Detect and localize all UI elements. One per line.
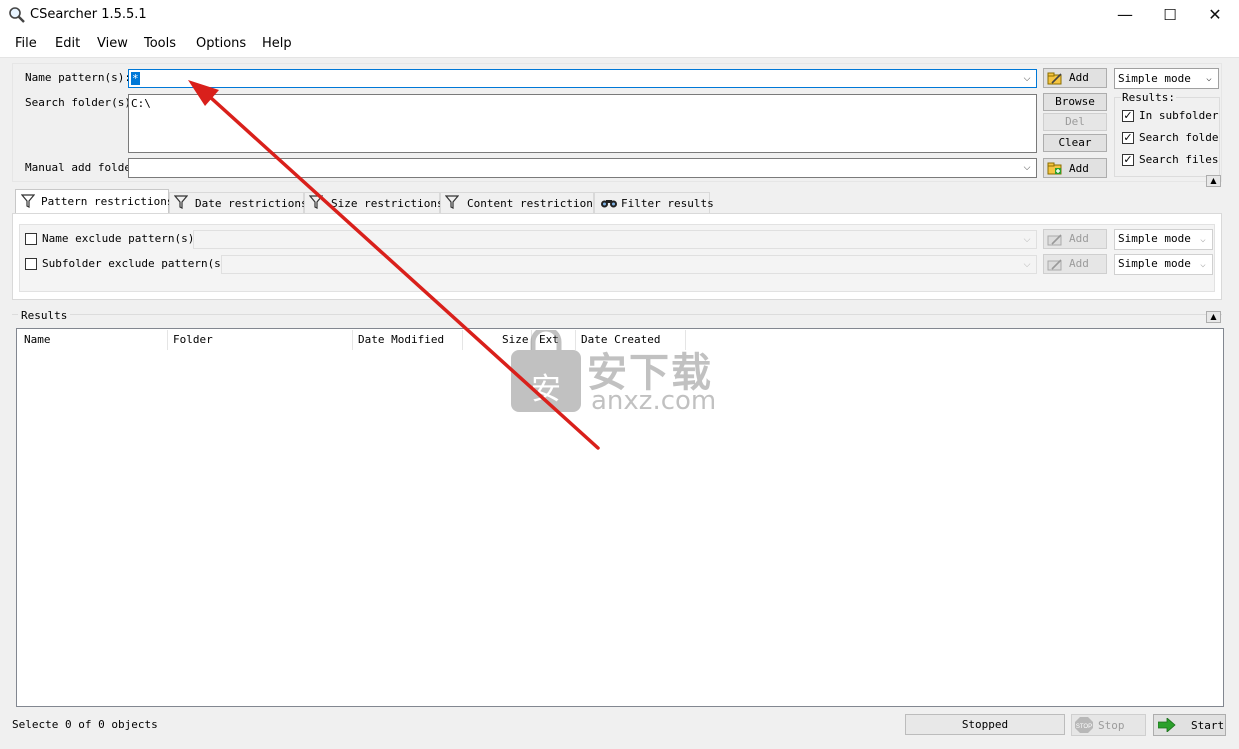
column-separator[interactable] [167,330,168,350]
name-pattern-combo[interactable]: * ⌵ [128,69,1037,88]
name-exclude-label: Name exclude pattern(s): [42,232,201,245]
subfolder-exclude-label: Subfolder exclude pattern(s): [42,257,235,270]
name-exclude-combo[interactable]: ⌵ [193,230,1037,249]
chevron-down-icon[interactable]: ⌵ [1020,256,1034,273]
tab-filter-results[interactable]: Filter results [594,192,714,213]
search-folders-checkbox[interactable]: ✓ [1122,132,1134,144]
tab-label: Pattern restrictions [41,195,174,208]
add-label: Add [1069,257,1089,270]
folder-edit-icon [1047,259,1062,271]
del-button[interactable]: Del [1043,113,1107,131]
funnel-icon [445,195,459,209]
add-label: Add [1069,232,1089,245]
search-folders-label: Search folder(s): [25,96,138,109]
maximize-button[interactable]: ☐ [1147,0,1193,31]
close-button[interactable]: ✕ [1192,0,1238,31]
add-pattern-label: Add [1069,71,1089,84]
chevron-down-icon[interactable]: ⌵ [1196,255,1210,274]
menu-options[interactable]: Options [196,36,246,51]
funnel-icon [309,195,323,209]
funnel-icon [174,195,188,209]
menu-bar: File Edit View Tools Options Help [0,31,1239,58]
stop-icon-text: STOP [1076,724,1092,730]
title-bar: CSearcher 1.5.5.1 — ☐ ✕ [0,0,1239,31]
tab-label: Content restrictions [467,197,600,210]
chevron-down-icon[interactable]: ⌵ [1020,159,1034,177]
folder-add-icon [1047,162,1062,175]
tab-label: Size restrictions [331,197,444,210]
manual-add-combo[interactable]: ⌵ [128,158,1037,178]
collapse-results-button[interactable]: ▲ [1206,311,1221,323]
menu-help[interactable]: Help [262,36,292,51]
results-title: Results [18,309,71,322]
subfolder-exclude-checkbox[interactable] [25,258,37,270]
tab-pattern-restrictions[interactable]: Pattern restrictions [15,189,173,214]
window-title: CSearcher 1.5.5.1 [30,7,147,22]
add-folder-label: Add [1069,162,1089,175]
search-folder-item[interactable]: C:\ [131,97,151,110]
stop-icon: STOP [1075,717,1093,733]
browse-button[interactable]: Browse [1043,93,1107,111]
menu-tools[interactable]: Tools [144,36,176,51]
mode-value: Simple mode [1118,257,1191,270]
start-button[interactable]: Start [1153,714,1226,736]
search-state: Stopped [905,714,1065,735]
watermark-domain: anxz.com [591,386,717,416]
tab-label: Date restrictions [195,197,308,210]
stop-button[interactable]: STOP Stop [1071,714,1146,736]
magnifier-app-icon [9,7,25,23]
add-pattern-button[interactable]: Add [1043,68,1107,88]
results-options-title: Results: [1121,91,1176,104]
column-header-name[interactable]: Name [24,333,51,349]
menu-file[interactable]: File [15,36,37,51]
search-files-checkbox[interactable]: ✓ [1122,154,1134,166]
search-mode-value: Simple mode [1118,72,1191,85]
selection-status: Selecte 0 of 0 objects [12,718,158,731]
folder-edit-icon [1047,72,1062,85]
watermark-shield-text: 安 [531,372,561,407]
search-files-label: Search files [1139,153,1219,166]
search-mode-select[interactable]: Simple mode ⌵ [1114,68,1219,89]
column-header-folder[interactable]: Folder [173,333,213,349]
column-separator[interactable] [352,330,353,350]
folder-edit-icon [1047,234,1062,246]
in-subfolders-label: In subfolders [1139,109,1219,122]
column-separator[interactable] [462,330,463,350]
watermark-logo: 安 安下载 anxz.com [511,330,731,420]
chevron-down-icon[interactable]: ⌵ [1202,69,1216,88]
column-header-date-modified[interactable]: Date Modified [358,333,444,349]
mode-value: Simple mode [1118,232,1191,245]
in-subfolders-checkbox[interactable]: ✓ [1122,110,1134,122]
add-folder-button[interactable]: Add [1043,158,1107,178]
chevron-down-icon[interactable]: ⌵ [1020,70,1034,87]
search-folders-list[interactable]: C:\ [128,94,1037,153]
clear-button[interactable]: Clear [1043,134,1107,152]
collapse-search-button[interactable]: ▲ [1206,175,1221,187]
stop-label: Stop [1098,719,1125,732]
minimize-button[interactable]: — [1102,0,1148,31]
start-label: Start [1191,719,1225,732]
results-separator [12,314,1222,315]
tab-label: Filter results [621,197,714,210]
subfolder-exclude-mode-select[interactable]: Simple mode ⌵ [1114,254,1213,275]
tab-content-restrictions[interactable]: Content restrictions [440,192,599,213]
name-exclude-checkbox[interactable] [25,233,37,245]
tab-date-restrictions[interactable]: Date restrictions [169,192,308,213]
name-exclude-mode-select[interactable]: Simple mode ⌵ [1114,229,1213,250]
tab-size-restrictions[interactable]: Size restrictions [304,192,444,213]
subfolder-exclude-combo[interactable]: ⌵ [221,255,1037,274]
menu-edit[interactable]: Edit [55,36,80,51]
manual-add-label: Manual add folder [25,161,138,174]
search-folders-option-label: Search folders [1139,131,1219,144]
funnel-icon [21,194,35,208]
binoculars-icon [601,200,617,208]
add-name-exclude-button[interactable]: Add [1043,229,1107,249]
name-pattern-label: Name pattern(s): [25,71,131,84]
menu-view[interactable]: View [97,36,128,51]
chevron-down-icon[interactable]: ⌵ [1020,231,1034,248]
arrow-right-icon [1158,718,1176,732]
name-pattern-value: * [131,72,140,85]
add-subfolder-exclude-button[interactable]: Add [1043,254,1107,274]
chevron-down-icon[interactable]: ⌵ [1196,230,1210,249]
